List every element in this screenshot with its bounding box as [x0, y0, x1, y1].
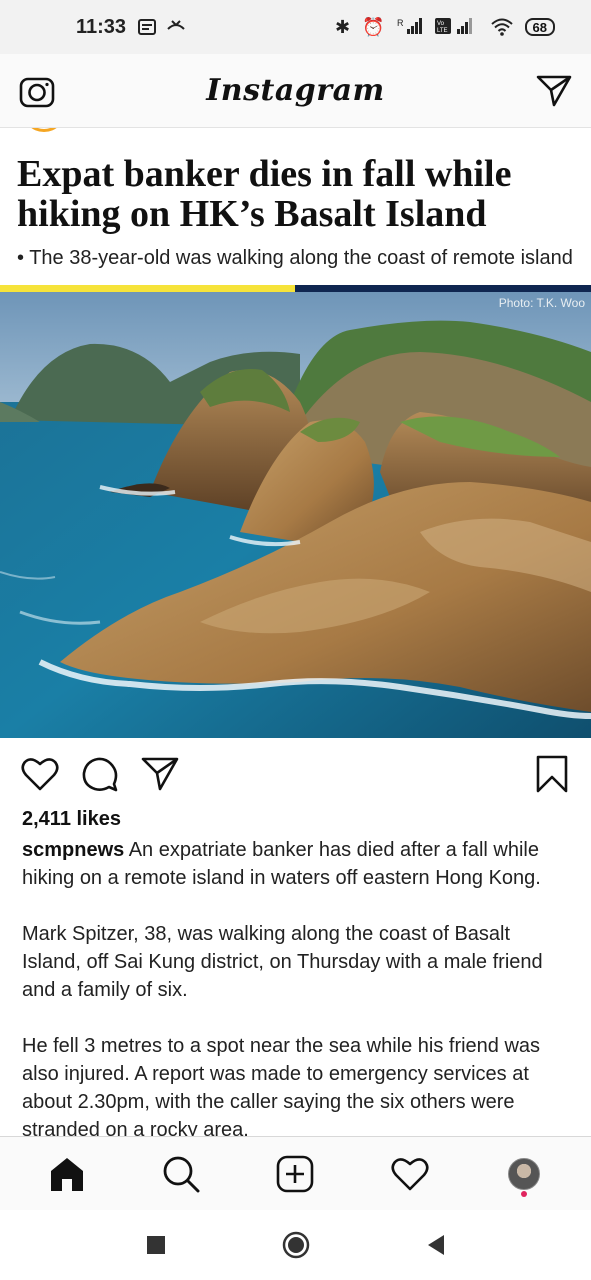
- signal-icon-1: R: [397, 17, 423, 38]
- nav-profile[interactable]: [501, 1151, 547, 1197]
- instagram-header: Instagram: [0, 54, 591, 128]
- add-post-icon: [277, 1155, 314, 1192]
- nav-new-post[interactable]: [272, 1151, 318, 1197]
- save-button[interactable]: [532, 754, 572, 794]
- post-media[interactable]: Expat banker dies in fall while hiking o…: [0, 128, 591, 740]
- share-icon: [141, 757, 179, 791]
- recents-icon: [146, 1236, 165, 1254]
- likes-count[interactable]: 2,411 likes: [22, 808, 121, 831]
- status-bar: 11:33 ✱ ⏰ R Vo LTE 68: [0, 0, 591, 54]
- comment-button[interactable]: [80, 754, 120, 794]
- accent-bar-navy: [295, 285, 591, 292]
- nav-search[interactable]: [158, 1151, 204, 1197]
- share-button[interactable]: [140, 754, 180, 794]
- post-actions: [0, 740, 591, 806]
- missed-call-icon: [167, 20, 185, 30]
- island-photo: [0, 292, 591, 738]
- signal-icon-2: Vo LTE: [434, 17, 479, 38]
- home-system-button[interactable]: [276, 1225, 316, 1265]
- caption-paragraph-3: He fell 3 metres to a spot near the sea …: [22, 1035, 541, 1136]
- wifi-icon: [490, 18, 513, 36]
- recents-button[interactable]: [136, 1225, 176, 1265]
- system-nav-bar: [0, 1210, 591, 1280]
- camera-button[interactable]: [18, 72, 56, 110]
- nav-activity[interactable]: [387, 1151, 433, 1197]
- bottom-nav: [0, 1136, 591, 1210]
- story-ring: [22, 128, 66, 132]
- notification-icon: [138, 19, 157, 35]
- caption-paragraph-2: Mark Spitzer, 38, was walking along the …: [22, 923, 543, 1001]
- back-button[interactable]: [416, 1225, 456, 1265]
- caption-username[interactable]: scmpnews: [22, 839, 124, 861]
- nav-home[interactable]: [44, 1151, 90, 1197]
- profile-avatar: [507, 1157, 540, 1190]
- alarm-icon: ⏰: [362, 17, 385, 37]
- comment-icon: [82, 757, 118, 792]
- home-circle-icon: [282, 1231, 309, 1259]
- post-caption: scmpnews An expatriate banker has died a…: [22, 836, 574, 1136]
- instagram-logo: Instagram: [206, 73, 385, 108]
- direct-message-icon: [536, 75, 572, 106]
- home-icon: [51, 1157, 84, 1191]
- svg-text:LTE: LTE: [437, 28, 448, 34]
- article-subhead: • The 38-year-old was walking along the …: [17, 247, 573, 269]
- search-icon: [163, 1156, 200, 1192]
- camera-icon: [19, 77, 55, 107]
- bookmark-icon: [536, 755, 568, 793]
- heart-icon: [21, 758, 59, 791]
- back-triangle-icon: [427, 1235, 444, 1255]
- article-headline: Expat banker dies in fall while hiking o…: [17, 153, 512, 235]
- like-button[interactable]: [20, 754, 60, 794]
- photo-credit: Photo: T.K. Woo: [498, 296, 585, 310]
- status-time: 11:33: [76, 15, 127, 38]
- accent-bar-yellow: [0, 285, 295, 292]
- notification-dot: [520, 1190, 527, 1197]
- battery-indicator: 68: [524, 18, 555, 36]
- svg-text:Vo: Vo: [437, 21, 445, 27]
- svg-text:R: R: [397, 18, 404, 28]
- direct-message-button[interactable]: [535, 72, 573, 110]
- activity-heart-icon: [391, 1157, 429, 1190]
- bluetooth-icon: ✱: [335, 17, 351, 37]
